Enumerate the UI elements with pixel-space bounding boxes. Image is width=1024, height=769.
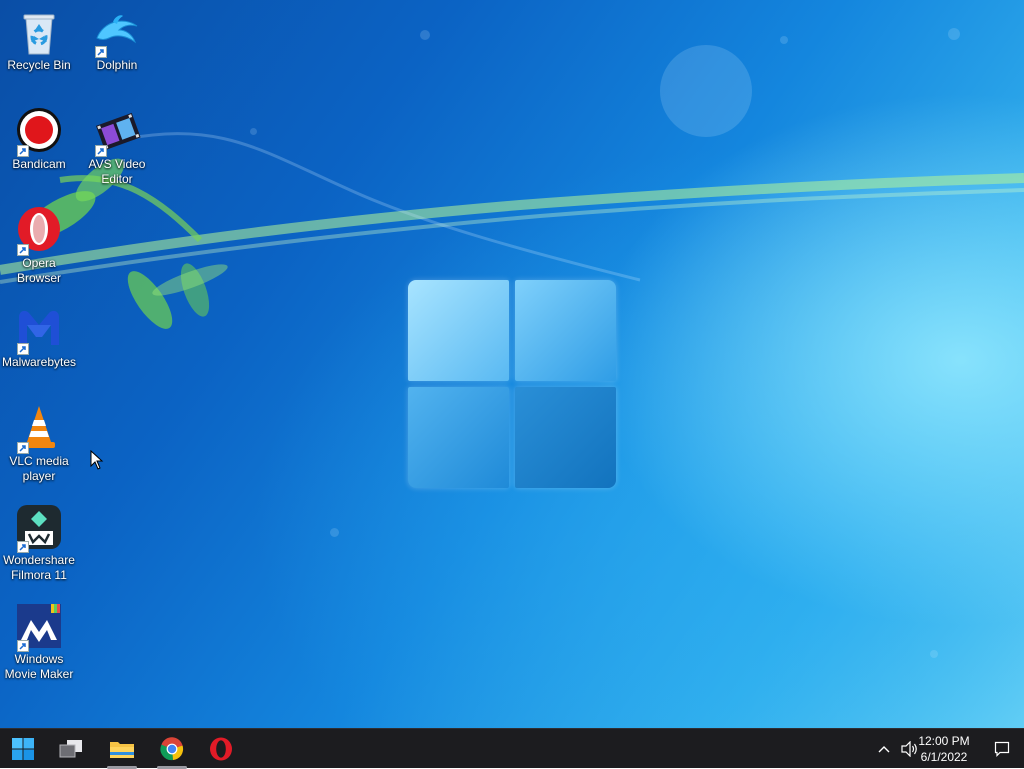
chrome-icon bbox=[160, 737, 184, 761]
desktop-icon-malwarebytes[interactable]: Malwarebytes bbox=[1, 305, 77, 370]
desktop[interactable]: Recycle Bin Dolphin Bandicam AVS Video E… bbox=[0, 0, 1024, 728]
desktop-icon-recycle-bin[interactable]: Recycle Bin bbox=[1, 8, 77, 73]
desktop-icon-avs-video-editor[interactable]: AVS Video Editor bbox=[79, 107, 155, 187]
shortcut-arrow-icon bbox=[95, 145, 107, 157]
icon-label: Malwarebytes bbox=[1, 355, 77, 369]
opera-icon bbox=[210, 737, 232, 761]
notification-center-button[interactable] bbox=[984, 729, 1020, 769]
movie-maker-icon bbox=[15, 602, 63, 652]
desktop-icon-dolphin[interactable]: Dolphin bbox=[79, 8, 155, 73]
desktop-icon-movie-maker[interactable]: Windows Movie Maker bbox=[1, 602, 77, 682]
opera-taskbar-button[interactable] bbox=[201, 729, 241, 769]
shortcut-arrow-icon bbox=[17, 640, 29, 652]
icon-label: AVS Video Editor bbox=[88, 157, 146, 186]
icon-label: Recycle Bin bbox=[7, 58, 71, 72]
windows-logo bbox=[408, 280, 616, 488]
folder-icon bbox=[110, 742, 134, 758]
dolphin-icon bbox=[93, 8, 141, 58]
malwarebytes-icon bbox=[15, 305, 63, 355]
windows-start-icon bbox=[12, 738, 34, 760]
vlc-icon bbox=[15, 404, 63, 454]
shortcut-arrow-icon bbox=[17, 442, 29, 454]
icon-label: Windows Movie Maker bbox=[4, 652, 74, 681]
notification-icon bbox=[994, 741, 1010, 757]
logo-pane bbox=[408, 387, 509, 488]
clock-date: 6/1/2022 bbox=[920, 750, 968, 764]
clock-time: 12:00 PM bbox=[918, 734, 970, 748]
icon-label: Bandicam bbox=[12, 157, 66, 171]
clock[interactable]: 12:00 PM 6/1/2022 bbox=[914, 733, 974, 765]
shortcut-arrow-icon bbox=[17, 343, 29, 355]
shortcut-arrow-icon bbox=[17, 541, 29, 553]
icon-label: Opera Browser bbox=[16, 256, 61, 285]
logo-pane bbox=[408, 280, 509, 381]
task-view-button[interactable] bbox=[51, 729, 91, 769]
chevron-up-icon bbox=[878, 746, 890, 753]
system-tray: 12:00 PM 6/1/2022 bbox=[864, 729, 1024, 769]
shortcut-arrow-icon bbox=[17, 145, 29, 157]
start-button[interactable] bbox=[3, 729, 43, 769]
desktop-icon-vlc[interactable]: VLC media player bbox=[1, 404, 77, 484]
mouse-cursor-icon bbox=[90, 450, 104, 470]
file-explorer-button[interactable] bbox=[102, 729, 142, 769]
avs-video-editor-icon bbox=[93, 107, 141, 157]
icon-label: VLC media player bbox=[9, 454, 69, 483]
desktop-icon-filmora[interactable]: Wondershare Filmora 11 bbox=[1, 503, 77, 583]
chrome-button[interactable] bbox=[152, 729, 192, 769]
logo-pane bbox=[515, 280, 616, 381]
recycle-bin-icon bbox=[15, 8, 63, 56]
logo-pane bbox=[515, 387, 616, 488]
desktop-icon-opera[interactable]: Opera Browser bbox=[1, 206, 77, 286]
desktop-icon-bandicam[interactable]: Bandicam bbox=[1, 107, 77, 172]
bandicam-icon bbox=[15, 107, 63, 157]
opera-icon bbox=[15, 206, 63, 256]
task-view-icon bbox=[59, 740, 82, 758]
shortcut-arrow-icon bbox=[95, 46, 107, 58]
shortcut-arrow-icon bbox=[17, 244, 29, 256]
icon-label: Wondershare Filmora 11 bbox=[3, 553, 75, 582]
filmora-icon bbox=[15, 503, 63, 553]
show-hidden-icons-button[interactable] bbox=[872, 729, 896, 769]
icon-label: Dolphin bbox=[96, 58, 138, 72]
taskbar: 12:00 PM 6/1/2022 bbox=[0, 728, 1024, 769]
